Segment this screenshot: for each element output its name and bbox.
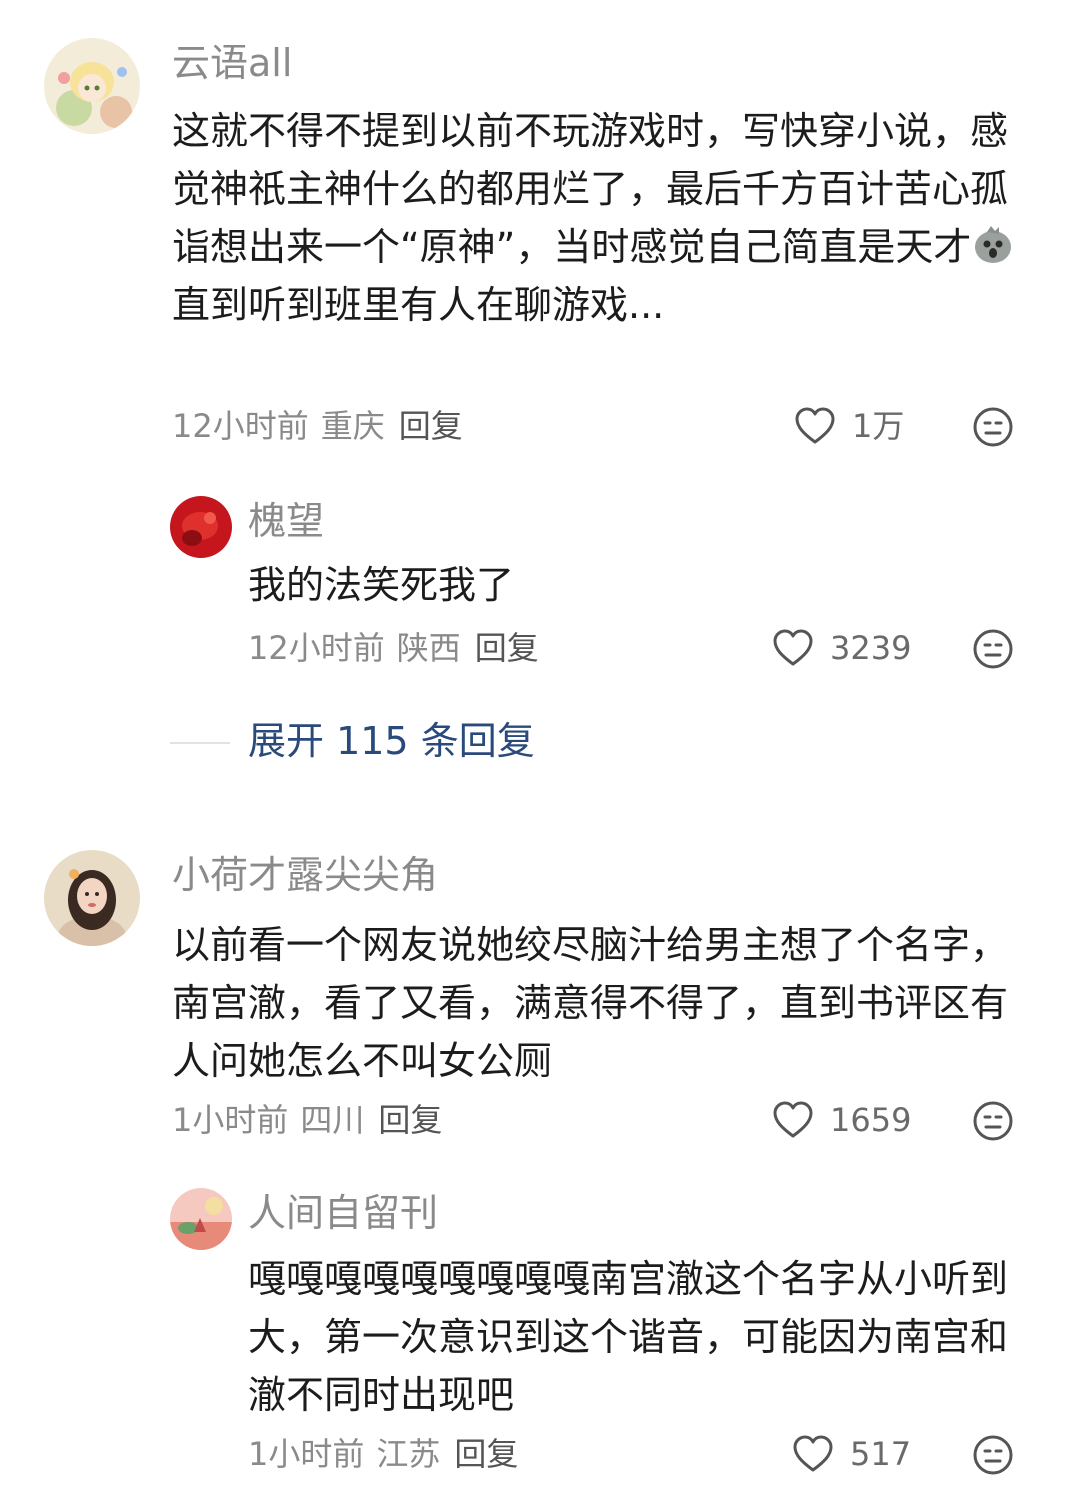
comment-meta: 12小时前 重庆 回复 [172,406,463,446]
like-button[interactable]: 3239 [772,628,911,668]
meh-face-icon [973,1101,1013,1141]
chick-emoji-icon [975,226,1012,263]
reply-text: 嘎嘎嘎嘎嘎嘎嘎嘎嘎南宫澈这个名字从小听到大，第一次意识到这个谐音，可能因为南宫和… [248,1257,1009,1417]
heart-outline-icon [795,407,835,444]
reply-time: 12小时前 [248,629,385,667]
reply-location: 陕西 [396,629,461,667]
comment-text-part: 这就不得不提到以前不玩游戏时，写快穿小说，感觉神祇主神什么的都用烂了，最后千方百… [172,109,1009,269]
expand-replies-link[interactable]: 展开 115 条回复 [248,718,535,764]
reply-button[interactable]: 回复 [378,1101,442,1139]
avatar-renjian[interactable] [170,1188,232,1250]
like-count: 517 [850,1435,912,1473]
reply-meta: 12小时前 陕西 回复 [248,628,539,668]
like-count: 1659 [830,1101,912,1139]
like-button[interactable]: 1659 [772,1100,911,1140]
avatar-xiaohe[interactable] [44,850,140,946]
avatar-yunyu[interactable] [44,38,140,134]
like-button[interactable]: 517 [792,1434,911,1474]
like-count: 3239 [830,629,912,667]
avatar-huaiwang[interactable] [170,496,232,558]
heart-outline-icon [773,1101,813,1138]
like-button[interactable]: 1万 [794,406,904,446]
comment-text: 这就不得不提到以前不玩游戏时，写快穿小说，感觉神祇主神什么的都用烂了，最后千方百… [172,102,1022,334]
meh-face-icon [973,407,1013,447]
expand-divider [170,742,230,744]
dislike-button[interactable] [972,1434,1014,1476]
meh-face-icon [973,1435,1013,1475]
reply-button[interactable]: 回复 [454,1435,518,1473]
reply-username[interactable]: 槐望 [248,498,324,544]
like-count: 1万 [852,407,905,445]
reply-location: 江苏 [376,1435,441,1473]
dislike-button[interactable] [972,1100,1014,1142]
heart-outline-icon [773,629,813,666]
reply-button[interactable]: 回复 [475,629,539,667]
comment-username[interactable]: 云语all [172,40,292,86]
dislike-button[interactable] [972,406,1014,448]
reply-text: 我的法笑死我了 [248,563,515,607]
reply-time: 1小时前 [248,1435,365,1473]
comment-meta: 1小时前 四川 回复 [172,1100,442,1140]
comment-time: 12小时前 [172,407,309,445]
dislike-button[interactable] [972,628,1014,670]
meh-face-icon [973,629,1013,669]
comment-time: 1小时前 [172,1101,289,1139]
reply-button[interactable]: 回复 [399,407,463,445]
comment-location: 重庆 [320,407,385,445]
reply-username[interactable]: 人间自留刊 [248,1190,438,1236]
reply-meta: 1小时前 江苏 回复 [248,1434,518,1474]
comment-text: 以前看一个网友说她绞尽脑汁给男主想了个名字，南宫澈，看了又看，满意得不得了，直到… [172,923,1009,1083]
comment-location: 四川 [300,1101,365,1139]
heart-outline-icon [793,1435,833,1472]
comment-text-part: 直到听到班里有人在聊游戏... [172,283,665,327]
comment-username[interactable]: 小荷才露尖尖角 [172,852,438,898]
